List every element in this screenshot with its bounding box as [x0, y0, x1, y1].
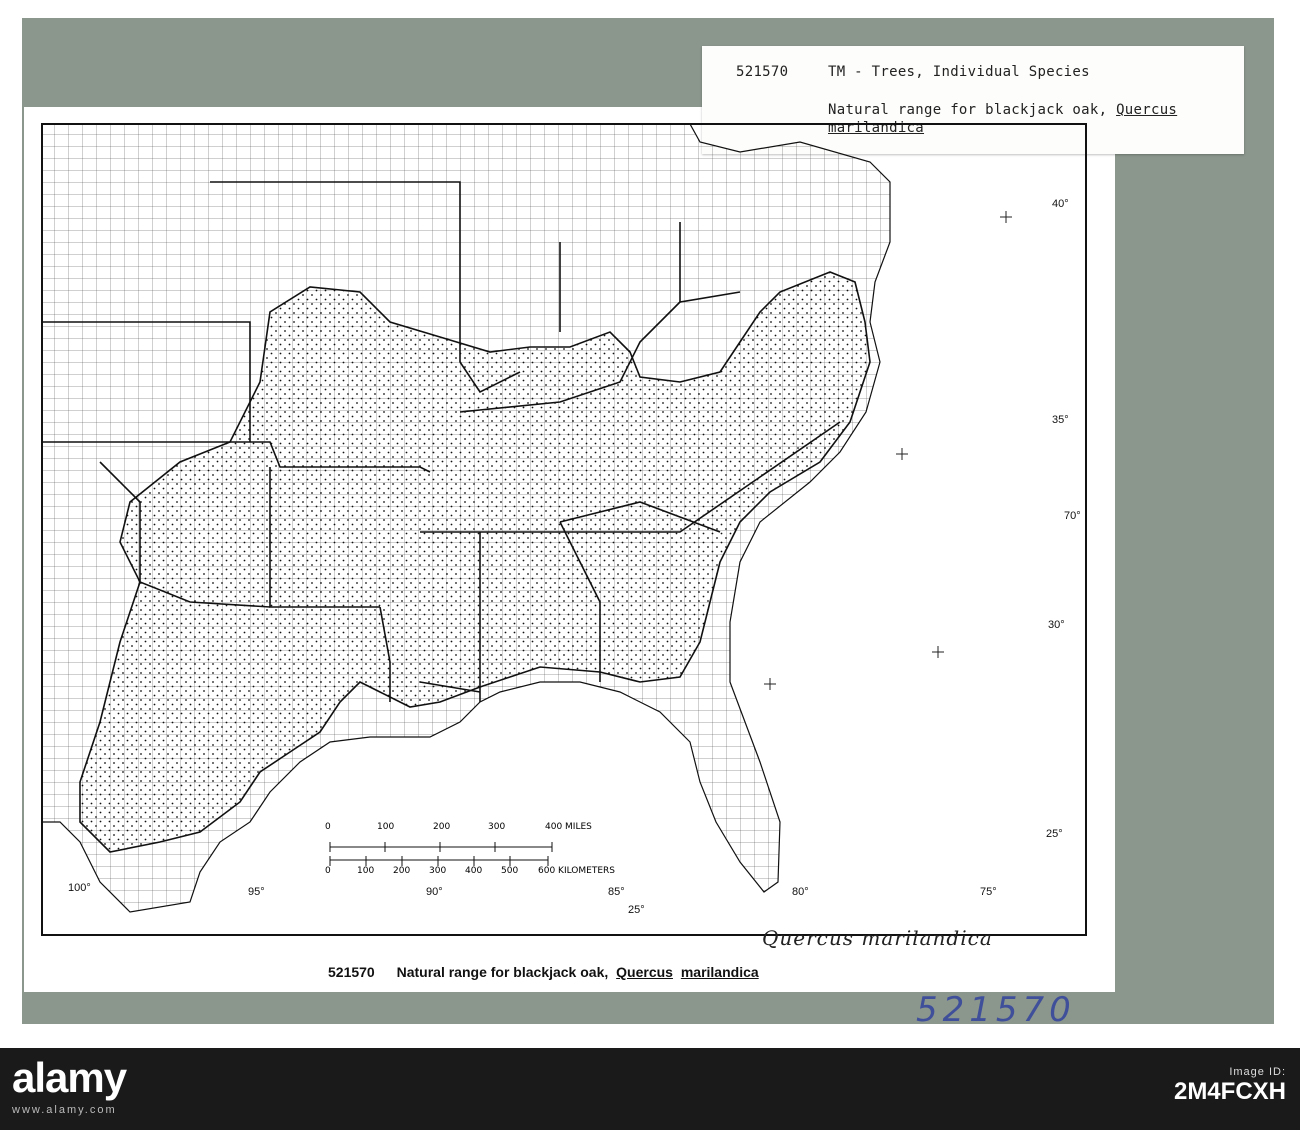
- label-number: 521570: [736, 64, 789, 80]
- lon-95: 95°: [248, 886, 265, 898]
- image-id-value: 2M4FCXH: [1173, 1078, 1286, 1105]
- label-category: TM - Trees, Individual Species: [828, 64, 1090, 80]
- scale-km-100: 100: [357, 866, 375, 876]
- lon-70: 70°: [1064, 510, 1081, 522]
- scale-mi-100: 100: [377, 822, 395, 832]
- scale-mi-0: 0: [325, 822, 331, 832]
- scale-bar: [329, 842, 553, 866]
- label-genus: Quercus: [1116, 102, 1178, 118]
- label-description: Natural range for blackjack oak, Quercus: [828, 102, 1177, 118]
- caption-text: Natural range for blackjack oak,: [396, 964, 609, 980]
- watermark-strip: alamy www.alamy.com Image ID: 2M4FCXH: [0, 1048, 1300, 1130]
- lon-100: 100°: [68, 882, 91, 894]
- lon-75: 75°: [980, 886, 997, 898]
- handwritten-species: Quercus marilandica: [762, 926, 993, 950]
- map-svg: [41, 123, 1087, 936]
- lat-40: 40°: [1052, 198, 1069, 210]
- range-map: 0 100 200 300 400 MILES 0 100 200 300 40…: [40, 122, 1088, 937]
- alamy-logo: alamy: [12, 1054, 127, 1101]
- print-caption: 521570 Natural range for blackjack oak, …: [328, 964, 763, 980]
- alamy-site: www.alamy.com: [12, 1104, 117, 1116]
- image-id-box: Image ID: 2M4FCXH: [1174, 1066, 1286, 1106]
- scale-km-200: 200: [393, 866, 411, 876]
- catalog-stamp: 521570: [916, 990, 1076, 1030]
- lat-30: 30°: [1048, 619, 1065, 631]
- lat-25-east: 25°: [1046, 828, 1063, 840]
- lon-90: 90°: [426, 886, 443, 898]
- scale-km-0: 0: [325, 866, 331, 876]
- image-id-label: Image ID:: [1229, 1066, 1286, 1078]
- lon-80: 80°: [792, 886, 809, 898]
- caption-genus: Quercus: [616, 964, 673, 980]
- scale-mi-400: 400 MILES: [545, 822, 592, 832]
- scale-km-400: 400: [465, 866, 483, 876]
- scale-km-300: 300: [429, 866, 447, 876]
- caption-species: marilandica: [680, 964, 759, 980]
- label-description-text: Natural range for blackjack oak,: [828, 102, 1108, 118]
- caption-number: 521570: [328, 964, 375, 980]
- scale-mi-300: 300: [488, 822, 506, 832]
- scale-km-600: 600 KILOMETERS: [538, 866, 615, 876]
- lat-35: 35°: [1052, 414, 1069, 426]
- lon-85: 85°: [608, 886, 625, 898]
- lat-25-south: 25°: [628, 904, 645, 916]
- scale-mi-200: 200: [433, 822, 451, 832]
- scale-km-500: 500: [501, 866, 519, 876]
